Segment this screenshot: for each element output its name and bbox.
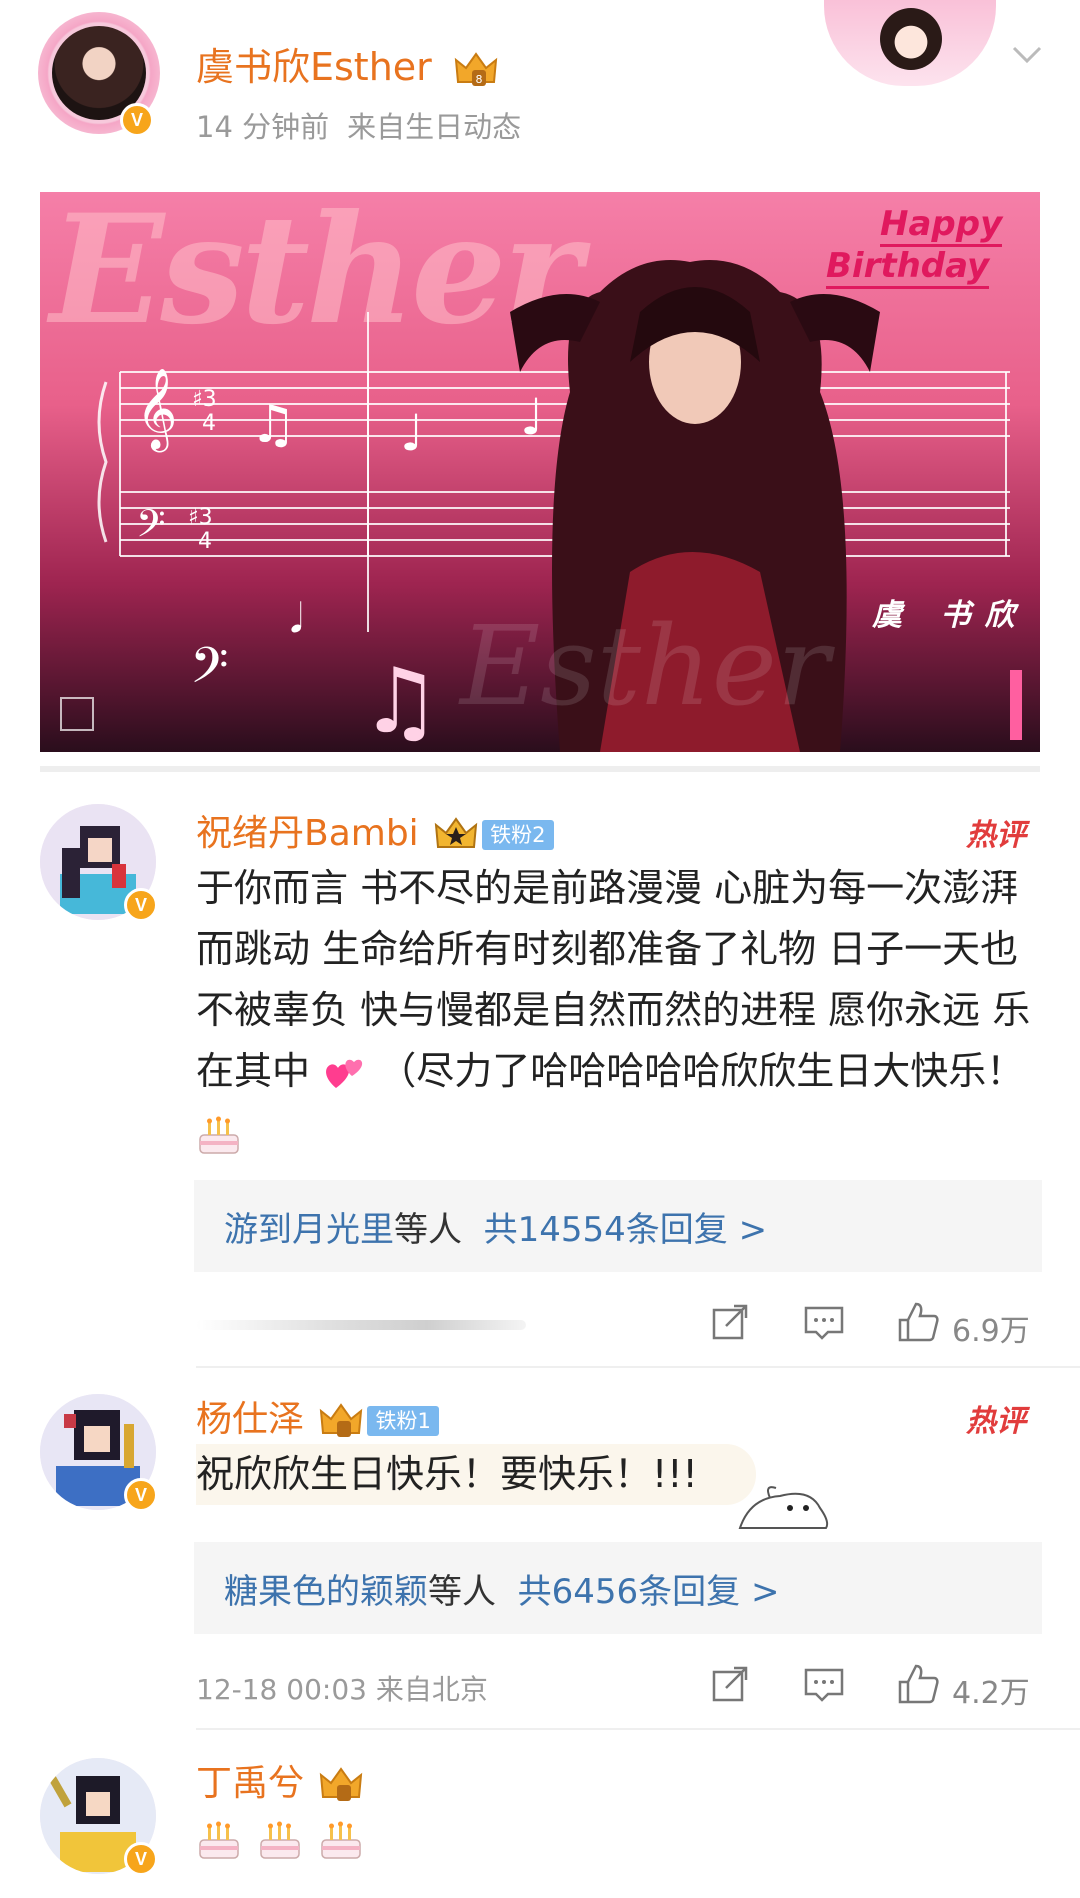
commenter-avatar[interactable]: V [40, 1758, 164, 1882]
commenter-name[interactable]: 杨仕泽 [196, 1399, 304, 1440]
birthday-cake-icon [199, 1821, 239, 1859]
fan-badge: 铁粉2 [482, 820, 554, 850]
svg-text:♯3: ♯3 [192, 387, 217, 412]
post-meta: 14 分钟前 来自生日动态 [196, 104, 521, 146]
author-name-row[interactable]: 虞书欣Esther 8 [196, 36, 498, 91]
comment-text: 于你而言 书不尽的是前路漫漫 心脏为每一次澎湃而跳动 生命给所有时刻都准备了礼物… [196, 858, 1048, 1163]
reply-count-link[interactable]: 共6456条回复 > [518, 1572, 780, 1612]
birthday-cake-icon [260, 1821, 300, 1859]
reply-user[interactable]: 游到月光里 [224, 1210, 394, 1250]
reply-count-link[interactable]: 共14554条回复 > [484, 1210, 767, 1250]
svg-text:♫: ♫ [360, 649, 441, 752]
birthday-cake-icon [321, 1821, 361, 1859]
comment-footer: 6.9万 [196, 1300, 1042, 1350]
comment-footer: 12-18 00:03 来自北京 4.2万 [196, 1662, 1042, 1712]
comment-icon[interactable] [802, 1300, 846, 1344]
banner-script-text-2: Esther [460, 602, 830, 730]
comment-text: 祝欣欣生日快乐！要快乐！!!! [196, 1444, 756, 1505]
commenter-name-row[interactable]: 丁禹兮 [196, 1754, 363, 1806]
comment-time-row: 12-18 00:03 来自北京 [196, 1668, 488, 1708]
comment-divider [196, 1728, 1080, 1730]
svg-text:𝄢: 𝄢 [136, 501, 166, 555]
reply-summary[interactable]: 糖果色的颖颖等人 共6456条回复 > [194, 1542, 1042, 1634]
hot-comment-label: 热评 [966, 1404, 1026, 1439]
like-icon[interactable] [896, 1300, 940, 1344]
blurred-meta [196, 1320, 526, 1330]
share-icon[interactable] [708, 1662, 752, 1706]
comment-location: 来自北京 [375, 1673, 488, 1706]
decor-card[interactable] [824, 0, 996, 86]
author-name[interactable]: 虞书欣Esther [196, 45, 432, 89]
share-icon[interactable] [708, 1300, 752, 1344]
svg-text:♩: ♩ [520, 388, 544, 446]
like-count: 4.2万 [952, 1676, 1030, 1711]
verified-icon: V [124, 1842, 158, 1876]
svg-text:8: 8 [475, 73, 482, 86]
comment-divider [196, 1366, 1080, 1368]
commenter-name[interactable]: 丁禹兮 [196, 1763, 304, 1804]
comment-icon[interactable] [802, 1662, 846, 1706]
birthday-banner-image[interactable]: Esther 𝄞 ♯3 4 ♫ 𝄢 ♯3 4 ♩ ♩ 𝅗𝅥 𝄢 ♫ 𝅘𝅥 [40, 192, 1040, 752]
dog-bubble-decoration [738, 1486, 829, 1529]
comment-time: 12-18 00:03 [196, 1673, 367, 1706]
svg-text:𝅘𝅥: 𝅘𝅥 [290, 596, 303, 642]
svg-text:𝄞: 𝄞 [136, 367, 177, 452]
comment-text-body: 祝欣欣生日快乐！要快乐！!!! [196, 1452, 698, 1496]
banner-birthday: Birthday [826, 246, 990, 289]
banner-square [60, 697, 94, 731]
banner-bar [1010, 670, 1022, 740]
crown-icon: 8 [454, 51, 498, 86]
reply-plain: 等人 [428, 1572, 496, 1612]
like-count: 6.9万 [952, 1314, 1030, 1349]
commenter-name[interactable]: 祝绪丹Bambi [196, 813, 419, 854]
two-hearts-icon [326, 1059, 363, 1088]
fan-badge: 铁粉1 [367, 1406, 439, 1436]
verified-icon: V [124, 888, 158, 922]
post-header: V 虞书欣Esther 8 14 分钟前 来自生日动态 [0, 0, 1080, 180]
post-time: 14 分钟前 [196, 110, 330, 144]
commenter-name-row[interactable]: 杨仕泽 铁粉1 [196, 1390, 439, 1442]
verified-icon: V [120, 103, 154, 137]
svg-text:𝄢: 𝄢 [190, 637, 229, 707]
chevron-down-icon[interactable] [1010, 38, 1044, 72]
decor-avatar [880, 8, 942, 70]
comment-emoji-row [196, 1818, 364, 1862]
like-icon[interactable] [896, 1662, 940, 1706]
birthday-cake-icon [199, 1116, 239, 1154]
comment-text-tail: （尽力了哈哈哈哈哈欣欣生日大快乐！ [378, 1049, 1025, 1093]
hot-comment-label: 热评 [966, 818, 1026, 853]
commenter-avatar[interactable]: V [40, 804, 164, 928]
reply-plain: 等人 [394, 1210, 462, 1250]
svg-text:♩: ♩ [400, 404, 424, 462]
commenter-name-row[interactable]: 祝绪丹Bambi 铁粉2 [196, 804, 554, 856]
svg-text:4: 4 [198, 529, 212, 554]
post-source: 来自生日动态 [347, 110, 522, 144]
svg-text:♫: ♫ [250, 395, 297, 455]
crown-icon [320, 1767, 363, 1801]
crown-icon [320, 1403, 363, 1437]
svg-text:♯3: ♯3 [188, 505, 213, 530]
reply-user[interactable]: 糖果色的颖颖 [224, 1572, 428, 1612]
verified-icon: V [124, 1478, 158, 1512]
commenter-avatar[interactable]: V [40, 1394, 164, 1518]
svg-text:4: 4 [202, 411, 216, 436]
reply-summary[interactable]: 游到月光里等人 共14554条回复 > [194, 1180, 1042, 1272]
banner-name: 虞 书欣 [872, 598, 1029, 633]
crown-icon [434, 817, 478, 848]
banner-divider [40, 766, 1040, 772]
banner-happy: Happy [880, 204, 1003, 247]
